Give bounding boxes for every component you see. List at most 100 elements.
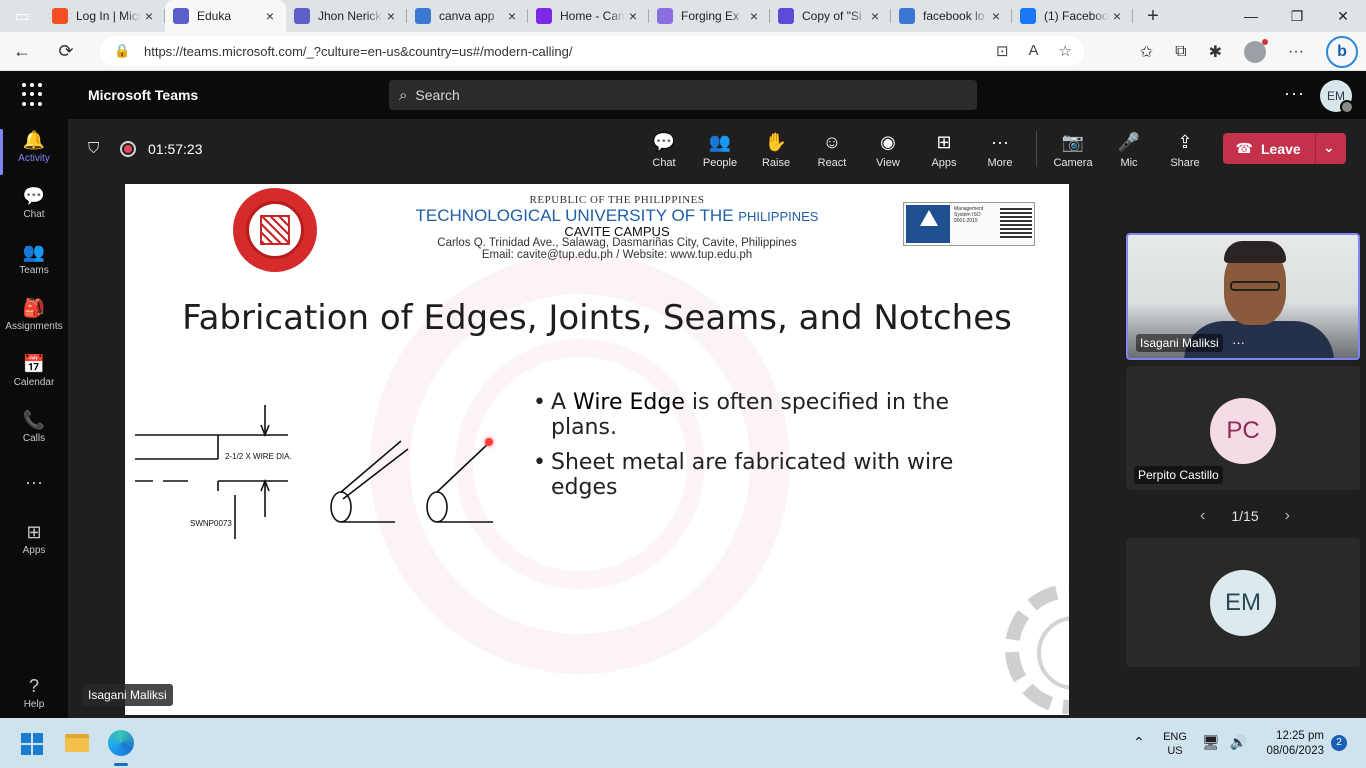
help-icon: ? — [28, 676, 39, 696]
leave-label: Leave — [1261, 140, 1301, 157]
camera-blocked-icon[interactable]: ⊡ — [996, 42, 1009, 60]
control-view[interactable]: ◉ View — [860, 129, 916, 169]
language-indicator[interactable]: ENG US — [1162, 730, 1188, 758]
windows-start-icon[interactable] — [21, 733, 43, 755]
participant-avatar: EM — [1210, 570, 1276, 636]
collections-icon[interactable]: ⧉ — [1175, 43, 1186, 61]
chevron-up-icon[interactable]: ⌃ — [1133, 734, 1145, 751]
rail-item-label: Activity — [18, 153, 50, 164]
rail-item-activity[interactable]: 🔔 Activity — [0, 129, 68, 175]
user-avatar[interactable]: EM — [1320, 80, 1354, 114]
network-icon[interactable]: 🖥 — [1202, 734, 1220, 751]
close-tab-icon[interactable]: × — [988, 8, 1004, 24]
close-tab-icon[interactable]: × — [867, 8, 883, 24]
video-person-hair — [1224, 241, 1286, 263]
restore-button[interactable]: ❐ — [1274, 0, 1320, 32]
teams-header: Microsoft Teams ⌕ Search ··· EM — [0, 71, 1366, 119]
volume-icon[interactable]: 🔊 — [1230, 734, 1247, 751]
close-tab-icon[interactable]: × — [383, 8, 399, 24]
close-tab-icon[interactable]: × — [625, 8, 641, 24]
control-share[interactable]: ⇪ Share — [1157, 129, 1213, 169]
browser-tab[interactable]: Home - Canva× — [528, 0, 649, 32]
control-raise[interactable]: ✋ Raise — [748, 129, 804, 169]
browser-tab[interactable]: Forging Ex × — [649, 0, 770, 32]
meeting-toolbar: ⛉ 01:57:23 💬 Chat 👥 People ✋ Raise ☺ React ◉ View… — [68, 119, 1366, 179]
search-icon — [415, 8, 431, 24]
new-tab-button[interactable]: + — [1133, 5, 1173, 28]
rail-item-assignments[interactable]: 🎒 Assignments — [0, 297, 68, 332]
refresh-button[interactable]: ⟳ — [44, 32, 88, 71]
notification-badge[interactable]: 2 — [1331, 735, 1347, 751]
control-label: View — [876, 157, 900, 169]
browser-tab[interactable]: Jhon Nerick × — [286, 0, 407, 32]
shield-icon[interactable]: ⛉ — [88, 140, 99, 157]
settings-more-icon[interactable]: ··· — [1284, 83, 1305, 104]
control-more[interactable]: ··· More — [972, 129, 1028, 169]
chat-icon: 💬 — [22, 186, 46, 206]
clock[interactable]: 12:25 pm 08/06/2023 — [1250, 729, 1324, 759]
close-tab-icon[interactable]: × — [141, 8, 157, 24]
rail-item-label: Teams — [19, 265, 49, 276]
file-explorer-icon[interactable] — [65, 734, 89, 752]
participant-tile[interactable]: PC Perpito Castillo — [1126, 366, 1360, 490]
read-aloud-icon[interactable]: A — [1029, 42, 1039, 60]
rail-item-more[interactable]: ··· — [0, 471, 68, 495]
favorites-icon[interactable]: ✩ — [1140, 42, 1153, 62]
browser-tab[interactable]: Copy of "Si × — [770, 0, 891, 32]
toolbar-divider — [1036, 131, 1037, 167]
search-input[interactable]: ⌕ Search — [389, 80, 977, 110]
leave-button[interactable]: ☎ Leave ⌄ — [1223, 133, 1346, 164]
participant-more-icon[interactable]: ··· — [1232, 335, 1245, 350]
tab-title: Forging Ex — [681, 9, 740, 23]
rail-item-chat[interactable]: 💬 Chat — [0, 185, 68, 220]
favorite-star-icon[interactable]: ☆ — [1059, 42, 1072, 60]
close-tab-icon[interactable]: × — [1109, 8, 1125, 24]
share-icon: ⇪ — [1177, 132, 1193, 152]
minimize-button[interactable]: — — [1228, 0, 1274, 32]
control-camera[interactable]: 📷 Camera — [1045, 129, 1101, 169]
rail-item-teams[interactable]: 👥 Teams — [0, 241, 68, 276]
control-label: Share — [1170, 157, 1200, 169]
meeting-timer: 01:57:23 — [148, 141, 203, 157]
chevron-right-icon[interactable]: › — [1285, 507, 1290, 525]
close-tab-icon[interactable]: × — [504, 8, 520, 24]
close-tab-icon[interactable]: × — [746, 8, 762, 24]
profile-avatar[interactable] — [1244, 38, 1269, 63]
participant-tile[interactable]: EM — [1126, 538, 1360, 667]
diagram-code-label: SWNP0073 — [190, 519, 232, 528]
bing-icon[interactable]: b — [1326, 35, 1358, 68]
browser-tab[interactable]: (1) Facebook × — [1012, 0, 1133, 32]
close-window-button[interactable]: ✕ — [1320, 0, 1366, 32]
participant-video-tile[interactable]: Isagani Maliksi ··· — [1126, 233, 1360, 360]
edge-browser-icon[interactable] — [108, 730, 134, 756]
rail-item-apps[interactable]: ⊞ Apps — [0, 521, 68, 556]
browser-tab[interactable]: facebook lo × — [891, 0, 1012, 32]
region-code: US — [1167, 745, 1183, 757]
close-tab-icon[interactable]: × — [262, 8, 278, 24]
control-apps[interactable]: ⊞ Apps — [916, 129, 972, 169]
app-launcher-icon[interactable] — [22, 83, 46, 107]
control-people[interactable]: 👥 People — [692, 129, 748, 169]
rail-item-label: Assignments — [5, 321, 63, 332]
settings-more-icon[interactable]: ··· — [1288, 43, 1304, 61]
tab-actions-icon[interactable]: ▭ — [0, 0, 44, 32]
back-button[interactable]: ← — [0, 32, 44, 71]
presenter-name-label: Isagani Maliksi — [82, 684, 173, 706]
control-chat[interactable]: 💬 Chat — [636, 129, 692, 169]
window-controls: — ❐ ✕ — [1228, 0, 1366, 32]
browser-toolbar: ✩ ⧉ ✱ ··· b — [1140, 32, 1358, 71]
browser-tab[interactable]: Log In | Microsoft× — [44, 0, 165, 32]
rail-item-calls[interactable]: 📞 Calls — [0, 409, 68, 444]
url-field[interactable]: 🔒 https://teams.microsoft.com/_?culture=… — [100, 36, 1084, 66]
chevron-down-icon[interactable]: ⌄ — [1323, 139, 1335, 156]
chevron-left-icon[interactable]: ‹ — [1200, 507, 1205, 525]
diagram-dimension-label: 2-1/2 X WIRE DIA. — [225, 452, 292, 461]
control-mic[interactable]: 🎤 Mic — [1101, 129, 1157, 169]
rail-item-calendar[interactable]: 📅 Calendar — [0, 353, 68, 388]
laser-pointer — [485, 438, 493, 446]
rail-item-help[interactable]: ? Help — [0, 675, 68, 710]
browser-tab[interactable]: canva app × — [407, 0, 528, 32]
browser-tab[interactable]: Eduka × — [165, 0, 286, 32]
extensions-icon[interactable]: ✱ — [1209, 42, 1222, 62]
control-react[interactable]: ☺ React — [804, 129, 860, 169]
